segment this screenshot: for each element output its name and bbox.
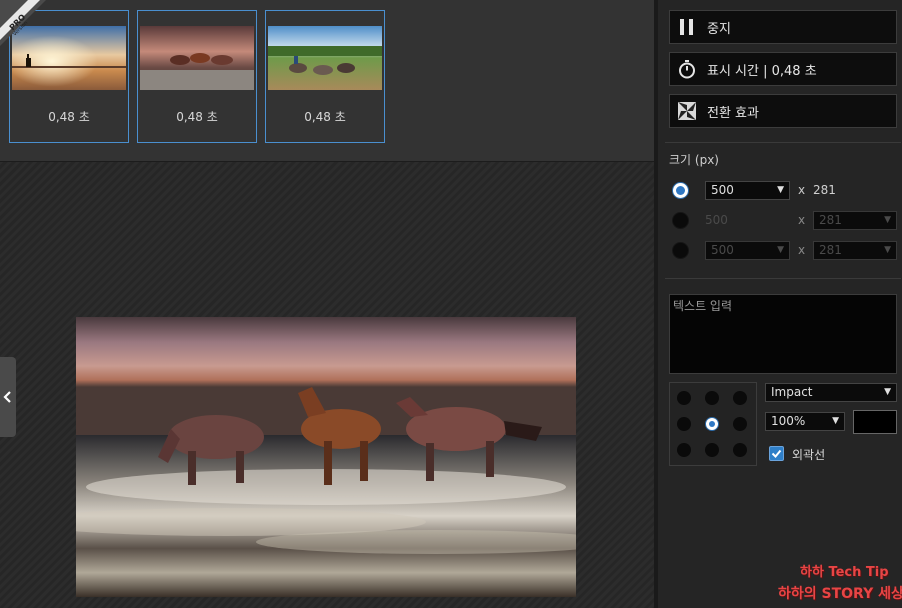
size-option-radio-2[interactable]	[672, 212, 689, 229]
position-middle-left[interactable]	[677, 417, 691, 431]
width-value: 500	[711, 183, 734, 197]
collapse-panel-button[interactable]	[0, 357, 16, 437]
height-select-3[interactable]: 281 ▼	[813, 241, 897, 260]
width-select-1[interactable]: 500 ▼	[705, 181, 790, 200]
font-size-value: 100%	[771, 414, 806, 428]
checkmark-icon	[771, 449, 782, 458]
transition-effect-button[interactable]: 전환 효과	[669, 94, 897, 128]
height-select-2[interactable]: 281 ▼	[813, 211, 897, 230]
height-value: 281	[813, 183, 836, 197]
transition-icon	[676, 100, 698, 122]
dropdown-arrow-icon: ▼	[777, 185, 784, 195]
position-center[interactable]	[705, 417, 719, 431]
thumbnail-horses-field[interactable]: 0,48 초	[265, 10, 385, 143]
pro-version-badge: PRO Version	[0, 0, 46, 46]
thumbnail-image	[268, 26, 382, 90]
thumbnail-duration: 0,48 초	[304, 110, 346, 124]
times-sign: x	[798, 183, 806, 197]
dropdown-arrow-icon: ▼	[884, 245, 891, 255]
outline-checkbox[interactable]	[769, 446, 784, 461]
stopwatch-icon	[676, 58, 698, 80]
width-value-disabled: 500	[705, 213, 728, 227]
height-value: 281	[819, 213, 842, 227]
outline-label: 외곽선	[792, 448, 826, 462]
thumbnail-image	[140, 26, 254, 90]
width-value: 500	[711, 243, 734, 257]
dropdown-arrow-icon: ▼	[884, 215, 891, 225]
display-time-label: 표시 시간 | 0,48 초	[707, 63, 817, 79]
slideshow-editor: 0,48 초 0,48 초 0,48 초 PRO Version 중지 표시 시…	[0, 0, 902, 608]
position-bottom-left[interactable]	[677, 443, 691, 457]
font-select[interactable]: Impact ▼	[765, 383, 897, 402]
thumbnail-horses-waves[interactable]: 0,48 초	[137, 10, 257, 143]
position-top-center[interactable]	[705, 391, 719, 405]
watermark-line-2: 하하의 STORY 세상	[778, 586, 902, 602]
size-option-radio-1[interactable]	[672, 182, 689, 199]
times-sign: x	[798, 243, 806, 257]
stop-label: 중지	[707, 21, 731, 37]
text-color-swatch[interactable]	[853, 410, 897, 434]
dropdown-arrow-icon: ▼	[832, 416, 839, 426]
transition-effect-label: 전환 효과	[707, 105, 759, 121]
settings-panel: 중지 표시 시간 | 0,48 초 전환 효과 크기 (px) 500 ▼ x 2…	[654, 0, 902, 608]
display-time-button[interactable]: 표시 시간 | 0,48 초	[669, 52, 897, 86]
text-position-grid	[669, 382, 757, 466]
pause-icon	[676, 16, 698, 38]
position-bottom-right[interactable]	[733, 443, 747, 457]
width-select-3[interactable]: 500 ▼	[705, 241, 790, 260]
overlay-text-input[interactable]	[669, 294, 897, 374]
font-value: Impact	[771, 385, 813, 399]
position-middle-right[interactable]	[733, 417, 747, 431]
stop-button[interactable]: 중지	[669, 10, 897, 44]
height-value: 281	[819, 243, 842, 257]
size-option-radio-3[interactable]	[672, 242, 689, 259]
dropdown-arrow-icon: ▼	[777, 245, 784, 255]
main-preview-image	[76, 317, 576, 597]
thumbnail-strip: 0,48 초 0,48 초 0,48 초 PRO Version	[0, 0, 654, 162]
watermark-line-1: 하하 Tech Tip	[800, 565, 889, 580]
chevron-left-icon	[3, 391, 11, 403]
position-bottom-center[interactable]	[705, 443, 719, 457]
thumbnail-duration: 0,48 초	[176, 110, 218, 124]
times-sign: x	[798, 213, 806, 227]
stage-area: 0,48 초 0,48 초 0,48 초 PRO Version	[0, 0, 654, 608]
divider	[665, 142, 901, 143]
thumbnail-duration: 0,48 초	[48, 110, 90, 124]
position-top-right[interactable]	[733, 391, 747, 405]
dropdown-arrow-icon: ▼	[884, 387, 891, 397]
size-section-label: 크기 (px)	[669, 153, 719, 167]
position-top-left[interactable]	[677, 391, 691, 405]
font-size-select[interactable]: 100% ▼	[765, 412, 845, 431]
divider	[665, 278, 901, 279]
